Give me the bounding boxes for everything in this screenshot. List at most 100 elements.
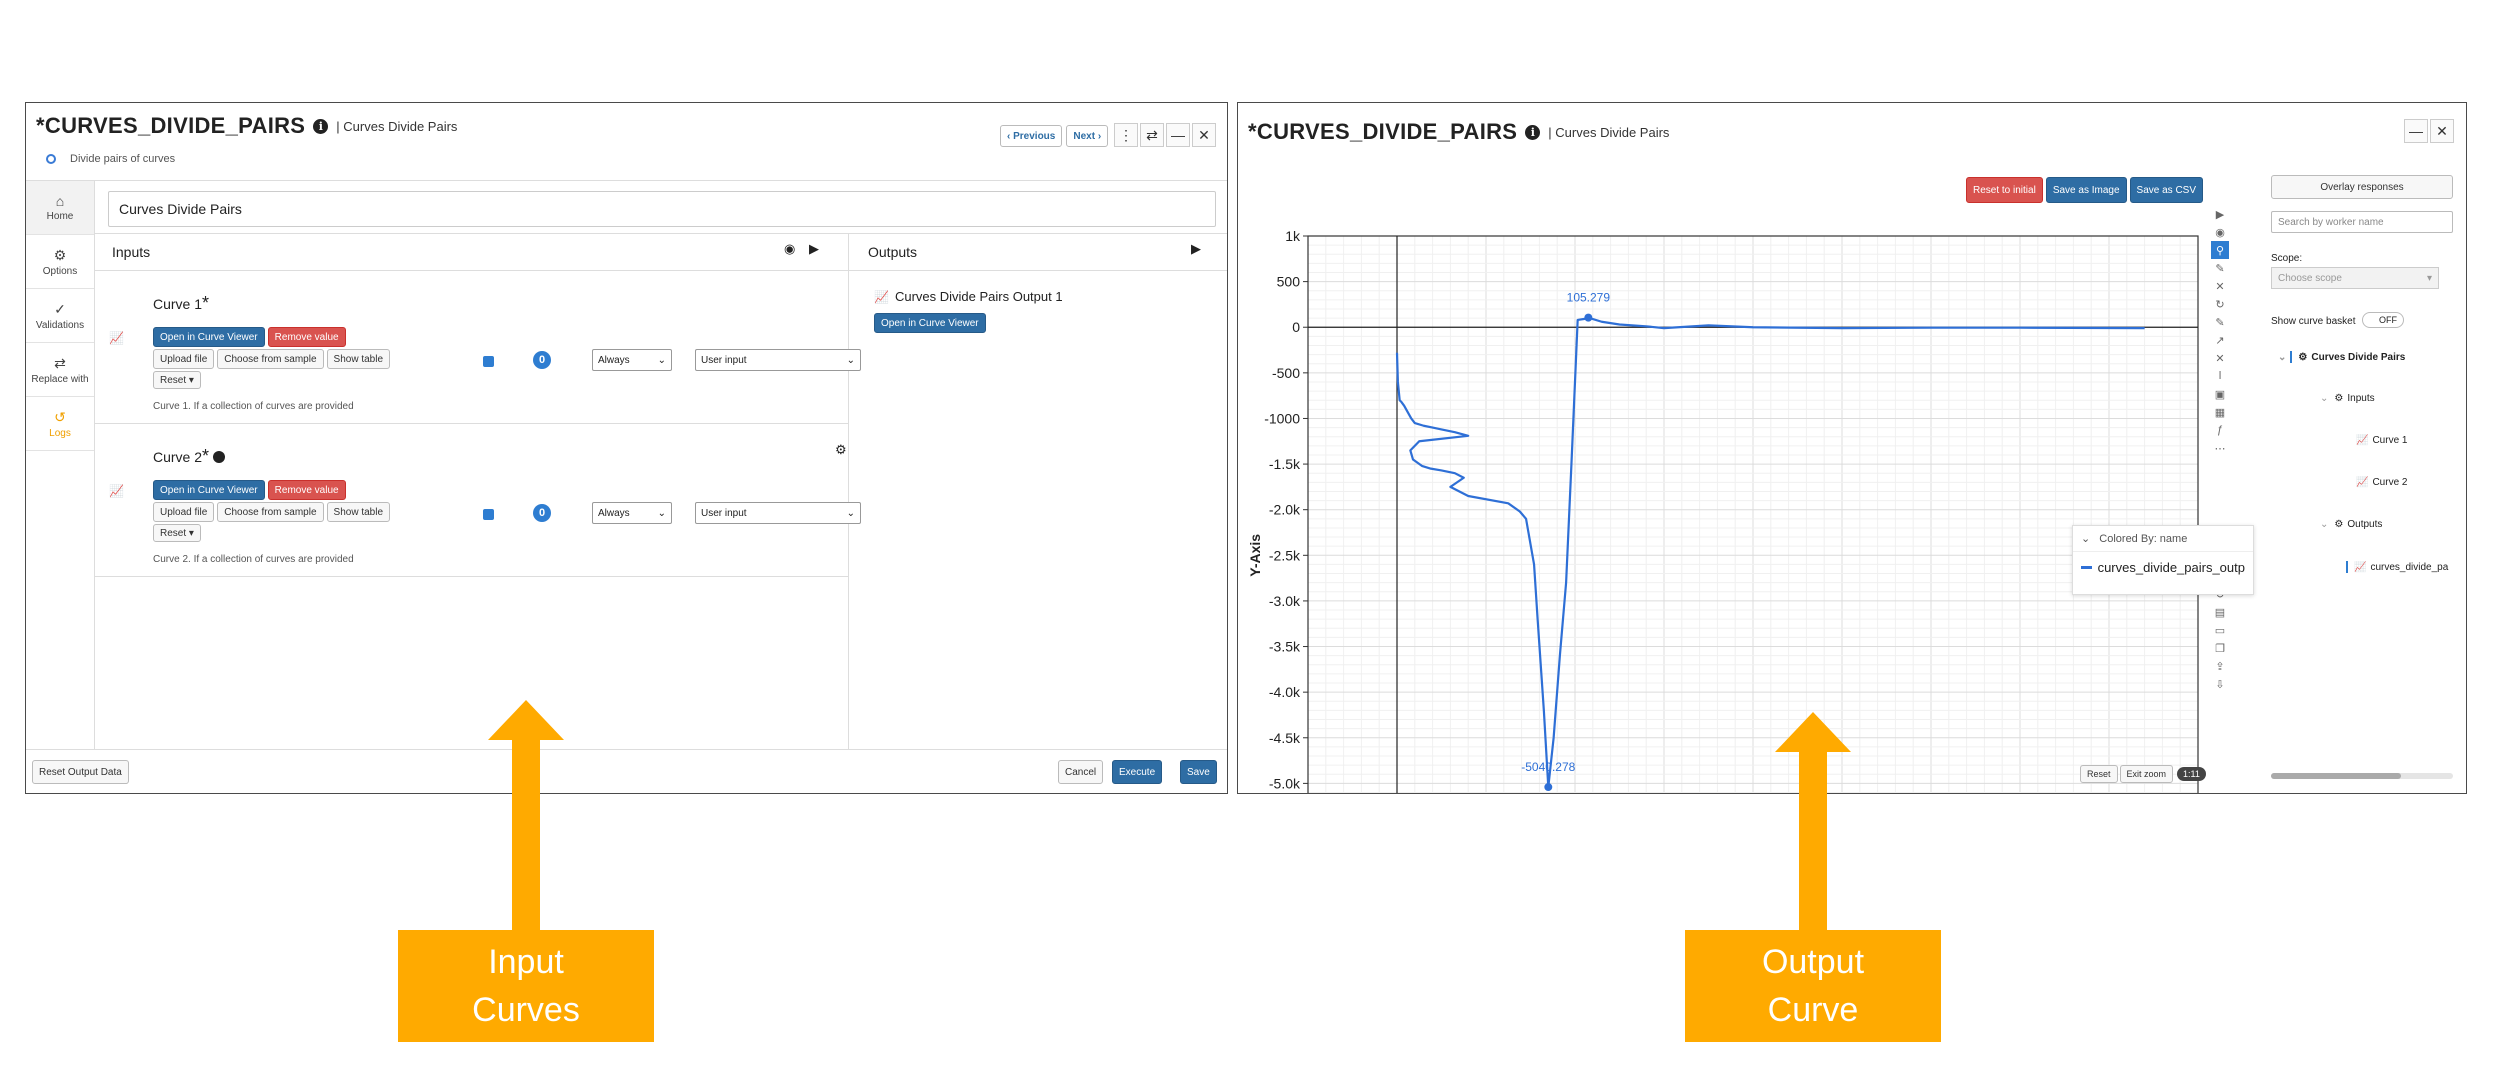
close-icon[interactable]: ✕: [1192, 123, 1216, 147]
reset-initial-button[interactable]: Reset to initial: [1966, 177, 2043, 203]
y-tick-label: -3.5k: [1269, 639, 1301, 655]
overlay-responses-button[interactable]: Overlay responses: [2271, 175, 2453, 199]
source-value: User input: [701, 354, 747, 366]
add-icon[interactable]: [213, 450, 226, 463]
curve-chart[interactable]: -1001020304050607080901k5000-500-1000-1.…: [1238, 203, 2218, 793]
reset-dropdown[interactable]: Reset ▾: [153, 371, 201, 389]
show-table-button[interactable]: Show table: [326, 349, 391, 369]
info-icon[interactable]: i: [1525, 124, 1541, 140]
save-icon[interactable]: ▤: [2211, 603, 2229, 621]
sidebar-item-validations[interactable]: ✓ Validations: [26, 289, 94, 343]
source-select[interactable]: User input ⌄: [695, 502, 861, 524]
play-icon[interactable]: ▶: [809, 241, 819, 257]
pencil-icon[interactable]: ✎: [2211, 313, 2229, 331]
annotation-point[interactable]: [1584, 313, 1593, 322]
tool-icon[interactable]: ✕: [2211, 349, 2229, 367]
save-csv-button[interactable]: Save as CSV: [2129, 177, 2204, 203]
more-icon[interactable]: ⋮: [1114, 123, 1138, 147]
mode-select[interactable]: Always ⌄: [592, 502, 672, 524]
upload-file-button[interactable]: Upload file: [153, 349, 215, 369]
info-icon[interactable]: i: [313, 118, 329, 134]
legend-entry[interactable]: curves_divide_pairs_outp: [2073, 552, 2253, 583]
swap-icon[interactable]: ⇄: [1140, 123, 1164, 147]
viewer-toolbar: Reset to initial Save as Image Save as C…: [1966, 177, 2204, 203]
play-icon[interactable]: ▶: [1191, 241, 1201, 257]
execute-button[interactable]: Execute: [1112, 760, 1163, 784]
play-icon[interactable]: ▶: [2211, 205, 2229, 223]
tree-root[interactable]: ⌄ ⚙ Curves Divide Pairs: [2278, 351, 2405, 363]
exit-zoom-button[interactable]: Exit zoom: [2119, 765, 2174, 783]
open-in-curve-viewer-button[interactable]: Open in Curve Viewer: [153, 327, 265, 347]
upload-file-button[interactable]: Upload file: [153, 502, 215, 522]
sidebar-item-home[interactable]: ⌂ Home: [26, 181, 94, 235]
eye-icon[interactable]: ◉: [2211, 223, 2229, 241]
y-tick-label: -2.0k: [1269, 502, 1301, 518]
side-scrollbar[interactable]: [2271, 773, 2453, 779]
arrow-icon[interactable]: ↗: [2211, 331, 2229, 349]
y-tick-label: -2.5k: [1269, 547, 1301, 563]
cancel-button[interactable]: Cancel: [1058, 760, 1104, 784]
keyboard-icon[interactable]: ▭: [2211, 621, 2229, 639]
show-table-button[interactable]: Show table: [326, 502, 391, 522]
enabled-checkbox[interactable]: [483, 509, 494, 520]
tree-curve-1[interactable]: 📈 Curve 1: [2356, 435, 2407, 446]
zoom-icon[interactable]: ⚲: [2211, 241, 2229, 259]
reset-dropdown[interactable]: Reset ▾: [153, 524, 201, 542]
zoom-ratio-toggle[interactable]: 1:11: [2177, 767, 2206, 781]
table-icon[interactable]: ▦: [2211, 403, 2229, 421]
source-select[interactable]: User input ⌄: [695, 349, 861, 371]
next-button[interactable]: Next ›: [1066, 125, 1109, 147]
download-icon[interactable]: ⇩: [2211, 675, 2229, 693]
sidebar-item-options[interactable]: ⚙ Options: [26, 235, 94, 289]
annotation-label: 105.279: [1567, 291, 1611, 305]
basket-toggle[interactable]: OFF: [2362, 312, 2404, 328]
minimize-icon[interactable]: —: [2404, 119, 2428, 143]
minimize-icon[interactable]: —: [1166, 123, 1190, 147]
mode-value: Always: [598, 354, 630, 366]
sidebar-item-label: Logs: [49, 427, 71, 439]
reset-zoom-button[interactable]: Reset: [2080, 765, 2118, 783]
output-item: 📈 Curves Divide Pairs Output 1: [874, 289, 1063, 304]
eye-icon[interactable]: ◉: [784, 241, 795, 257]
choose-sample-button[interactable]: Choose from sample: [217, 502, 324, 522]
annotation-point[interactable]: [1544, 783, 1553, 792]
choose-sample-button[interactable]: Choose from sample: [217, 349, 324, 369]
zoom-controls: Reset Exit zoom 1:11: [2080, 765, 2206, 783]
y-tick-label: -5.0k: [1269, 775, 1301, 791]
upload-icon[interactable]: ⇪: [2211, 657, 2229, 675]
more-icon[interactable]: ⋯: [2211, 439, 2229, 457]
mode-select[interactable]: Always ⌄: [592, 349, 672, 371]
refresh-icon[interactable]: ↻: [2211, 295, 2229, 313]
lock-icon[interactable]: ▣: [2211, 385, 2229, 403]
sidebar-item-logs[interactable]: ↺ Logs: [26, 397, 94, 451]
sidebar-item-replace[interactable]: ⇄ Replace with: [26, 343, 94, 397]
remove-value-button[interactable]: Remove value: [267, 480, 346, 500]
gear-icon[interactable]: ⚙: [835, 442, 847, 458]
legend-header[interactable]: ⌄ Colored By: name: [2073, 526, 2253, 552]
close-icon[interactable]: ✕: [2430, 119, 2454, 143]
pin-icon[interactable]: ✎: [2211, 259, 2229, 277]
tree-inputs[interactable]: ⌄ ⚙ Inputs: [2320, 393, 2375, 404]
enabled-checkbox[interactable]: [483, 356, 494, 367]
open-in-curve-viewer-button[interactable]: Open in Curve Viewer: [153, 480, 265, 500]
remove-value-button[interactable]: Remove value: [267, 327, 346, 347]
tree-output-1[interactable]: 📈 curves_divide_pa: [2346, 561, 2448, 573]
gear-icon: ⚙: [53, 246, 67, 263]
save-button[interactable]: Save: [1180, 760, 1217, 784]
window-controls: ⋮ ⇄ — ✕: [1112, 123, 1216, 147]
reset-output-button[interactable]: Reset Output Data: [32, 760, 129, 784]
copy-icon[interactable]: ❐: [2211, 639, 2229, 657]
cross-icon[interactable]: ✕: [2211, 277, 2229, 295]
scrollbar-thumb[interactable]: [2271, 773, 2401, 779]
save-image-button[interactable]: Save as Image: [2045, 177, 2127, 203]
tree-curve-2[interactable]: 📈 Curve 2: [2356, 477, 2407, 488]
worker-search-input[interactable]: Search by worker name: [2271, 211, 2453, 233]
previous-button[interactable]: ‹ Previous: [1000, 125, 1063, 147]
line-chart-icon: 📈: [109, 484, 124, 498]
fx-icon[interactable]: ƒ: [2211, 421, 2229, 439]
open-in-curve-viewer-button[interactable]: Open in Curve Viewer: [874, 313, 986, 333]
scope-select[interactable]: Choose scope ▾: [2271, 267, 2439, 289]
tree-outputs[interactable]: ⌄ ⚙ Outputs: [2320, 519, 2382, 530]
scope-label: Scope:: [2271, 253, 2303, 264]
node-name-input[interactable]: Curves Divide Pairs: [108, 191, 1216, 227]
